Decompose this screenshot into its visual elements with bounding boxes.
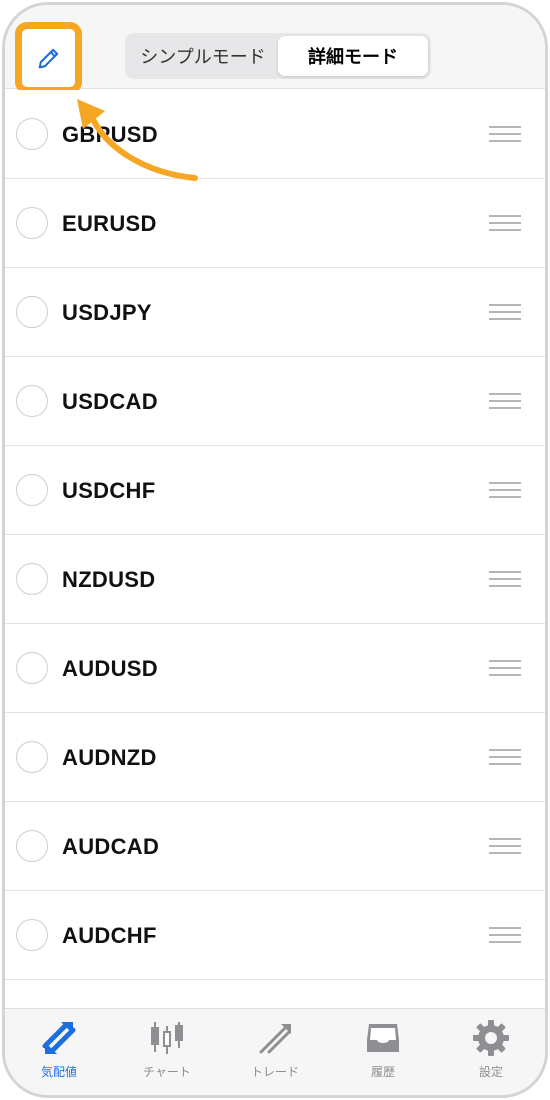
list-item[interactable]: NZDUSD	[5, 535, 545, 624]
select-radio[interactable]	[16, 296, 48, 328]
symbol-name: USDCHF	[62, 478, 156, 503]
history-inbox-icon	[367, 1024, 399, 1052]
symbol-name: NZDUSD	[62, 567, 156, 592]
list-item[interactable]: USDCHF	[5, 446, 545, 535]
list-item[interactable]: GBPUSD	[5, 90, 545, 179]
select-radio[interactable]	[16, 207, 48, 239]
drag-handle-icon[interactable]	[489, 215, 521, 231]
tab-label: 設定	[478, 1065, 503, 1079]
list-item[interactable]: AUDCHF	[5, 891, 545, 980]
select-radio[interactable]	[16, 919, 48, 951]
select-radio[interactable]	[16, 830, 48, 862]
select-radio[interactable]	[16, 474, 48, 506]
symbol-name: AUDUSD	[62, 656, 158, 681]
list-item[interactable]: AUDUSD	[5, 624, 545, 713]
top-bar: シンプルモード 詳細モード	[5, 5, 545, 94]
mode-segmented-control: シンプルモード 詳細モード	[125, 33, 431, 79]
symbol-name: USDJPY	[62, 300, 152, 325]
symbol-name: EURUSD	[62, 211, 157, 236]
tab-label: チャート	[143, 1065, 191, 1079]
drag-handle-icon[interactable]	[489, 660, 521, 676]
drag-handle-icon[interactable]	[489, 571, 521, 587]
gear-icon	[473, 1020, 509, 1056]
drag-handle-icon[interactable]	[489, 304, 521, 320]
symbol-list: GBPUSD EURUSD USDJPY USDCAD USDCHF NZDUS…	[5, 90, 545, 980]
drag-handle-icon[interactable]	[489, 482, 521, 498]
list-item[interactable]: EURUSD	[5, 179, 545, 268]
symbol-name: AUDCHF	[62, 923, 157, 948]
phone-frame: シンプルモード 詳細モード GBPUSD EURUSD USDJPY USDCA…	[2, 2, 548, 1098]
list-item[interactable]: AUDNZD	[5, 713, 545, 802]
trade-icon	[259, 1024, 291, 1054]
symbol-name: AUDNZD	[62, 745, 157, 770]
select-radio[interactable]	[16, 563, 48, 595]
symbol-name: GBPUSD	[62, 122, 158, 147]
segment-detail-mode[interactable]: 詳細モード	[278, 36, 428, 76]
symbol-name: AUDCAD	[62, 834, 160, 859]
candlestick-icon	[151, 1022, 183, 1054]
select-radio[interactable]	[16, 118, 48, 150]
drag-handle-icon[interactable]	[489, 393, 521, 409]
list-item[interactable]: AUDCAD	[5, 802, 545, 891]
pencil-icon	[38, 48, 58, 69]
tab-settings[interactable]: 設定	[437, 1009, 545, 1095]
drag-handle-icon[interactable]	[489, 749, 521, 765]
drag-handle-icon[interactable]	[489, 838, 521, 854]
tab-trade[interactable]: トレード	[221, 1009, 329, 1095]
tab-quotes[interactable]: 気配値	[5, 1009, 113, 1095]
drag-handle-icon[interactable]	[489, 927, 521, 943]
drag-handle-icon[interactable]	[489, 126, 521, 142]
edit-button[interactable]	[15, 22, 82, 94]
segment-simple-mode[interactable]: シンプルモード	[128, 36, 278, 76]
symbol-name: USDCAD	[62, 389, 158, 414]
list-item[interactable]: USDJPY	[5, 268, 545, 357]
tab-history[interactable]: 履歴	[329, 1009, 437, 1095]
select-radio[interactable]	[16, 652, 48, 684]
quotes-icon	[42, 1022, 76, 1054]
bottom-tab-bar: 気配値 チャート トレード 履歴 設定	[5, 1008, 545, 1095]
tab-label: 気配値	[40, 1065, 77, 1079]
tab-label: トレード	[250, 1065, 299, 1079]
list-item[interactable]: USDCAD	[5, 357, 545, 446]
select-radio[interactable]	[16, 385, 48, 417]
tab-label: 履歴	[370, 1065, 395, 1079]
select-radio[interactable]	[16, 741, 48, 773]
tab-chart[interactable]: チャート	[113, 1009, 221, 1095]
